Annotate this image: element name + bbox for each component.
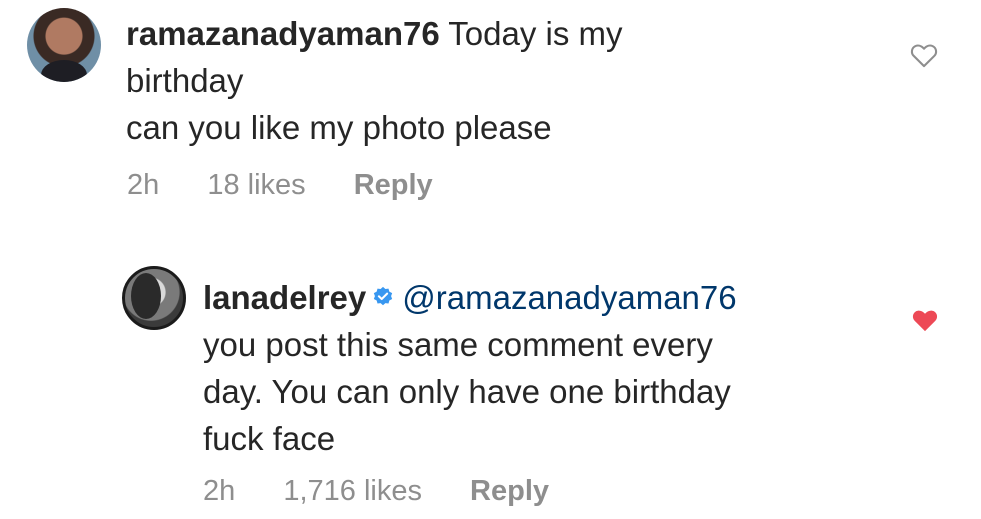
likes-count[interactable]: 1,716 likes	[283, 475, 422, 507]
reply-button[interactable]: Reply	[470, 475, 549, 507]
comment-text-line: day. You can only have one birthday	[203, 373, 731, 410]
comment-text-line: birthday	[126, 62, 244, 99]
comment-text-line: can you like my photo please	[126, 109, 552, 146]
comment-meta: 2h 18 likes Reply	[127, 169, 473, 202]
mention-link[interactable]: @ramazanadyaman76	[402, 279, 736, 316]
avatar[interactable]	[27, 8, 101, 82]
comment-body: lanadelrey @ramazanadyaman76 you post th…	[203, 274, 893, 462]
likes-count[interactable]: 18 likes	[207, 169, 305, 201]
comment-text-line: you post this same comment every	[203, 326, 713, 363]
comment-body: ramazanadyaman76 Today is my birthday ca…	[126, 10, 826, 151]
username-link[interactable]: lanadelrey	[203, 279, 366, 316]
comment-text-line: fuck face	[203, 420, 336, 457]
heart-filled-icon[interactable]	[911, 307, 939, 333]
avatar-photo-detail	[41, 60, 87, 82]
comment-timestamp[interactable]: 2h	[127, 169, 159, 201]
comment-meta: 2h 1,716 likes Reply	[203, 475, 589, 508]
verified-badge-icon	[374, 286, 393, 306]
heart-outline-icon[interactable]	[910, 42, 938, 68]
avatar-photo-detail	[131, 273, 161, 319]
comment-text-line: Today is my	[448, 15, 623, 52]
reply-button[interactable]: Reply	[354, 169, 433, 201]
username-link[interactable]: ramazanadyaman76	[126, 15, 440, 52]
avatar[interactable]	[122, 266, 186, 330]
comment-timestamp[interactable]: 2h	[203, 475, 235, 507]
